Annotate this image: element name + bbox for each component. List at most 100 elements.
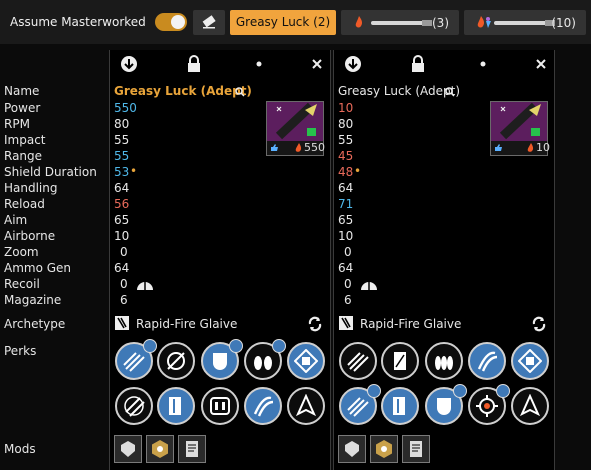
mod-hexagon-icon <box>152 440 168 458</box>
perk-icon[interactable] <box>115 387 153 425</box>
stat-recoil: 0 <box>120 277 128 291</box>
solar-element-icon <box>527 143 534 152</box>
stat-power: 550 <box>114 101 137 115</box>
reroll-icon[interactable] <box>531 316 547 332</box>
label-impact: Impact <box>4 133 46 147</box>
thumbs-up-icon <box>229 339 243 353</box>
multi-element-icon <box>477 16 491 28</box>
thumbs-up-icon <box>272 339 286 353</box>
stat-reload: 71 <box>338 197 354 211</box>
label-archetype: Archetype <box>4 317 66 331</box>
label-mods: Mods <box>4 442 36 456</box>
lock-icon[interactable] <box>185 55 203 73</box>
perk-icon[interactable] <box>381 387 419 425</box>
label-ammo-gen: Ammo Gen <box>4 261 72 275</box>
column-header <box>110 50 330 78</box>
power-level: 10 <box>536 141 550 154</box>
solar-element-icon <box>355 16 363 28</box>
perk-icon[interactable] <box>511 342 549 380</box>
assume-masterworked-label: Assume Masterworked <box>10 15 146 29</box>
stat-shield-duration: 53 <box>114 165 130 179</box>
perk-icon[interactable] <box>381 342 419 380</box>
masterwork-dot-icon: • <box>354 164 362 178</box>
perk-icon[interactable] <box>244 387 282 425</box>
close-icon[interactable] <box>532 55 550 73</box>
label-magazine: Magazine <box>4 293 62 307</box>
power-level-bar: 10 <box>491 141 550 155</box>
stat-airborne: 10 <box>338 229 354 243</box>
solar-element-icon <box>295 143 302 152</box>
label-shield-duration: Shield Duration <box>4 165 97 179</box>
item-name[interactable]: Greasy Luck (Adept) <box>338 84 460 98</box>
tab-count: (3) <box>432 16 449 30</box>
perk-icon[interactable] <box>157 387 195 425</box>
perk-icon[interactable] <box>425 342 463 380</box>
eraser-icon <box>202 15 216 29</box>
perk-icon[interactable] <box>468 342 506 380</box>
tab-greasy-luck[interactable]: Greasy Luck (2) <box>230 10 336 35</box>
thumbs-up-icon <box>496 384 510 398</box>
stat-zoom: 0 <box>344 245 352 259</box>
recoil-direction-icon <box>137 282 153 290</box>
toggle-knob <box>171 15 185 29</box>
mod-slot[interactable] <box>370 435 398 463</box>
label-reload: Reload <box>4 197 45 211</box>
weapon-thumbnail[interactable]: 10 <box>490 101 550 156</box>
sort-down-icon[interactable] <box>120 55 138 73</box>
compare-column-1: Greasy Luck (Adept) 550 550 80 55 55 53 … <box>109 50 331 470</box>
close-icon[interactable] <box>308 55 326 73</box>
assume-masterworked-toggle[interactable] <box>155 13 187 31</box>
tab-count: (10) <box>551 16 576 30</box>
perk-icon[interactable] <box>157 342 195 380</box>
stat-airborne: 10 <box>114 229 130 243</box>
stat-magazine: 6 <box>120 293 128 307</box>
label-handling: Handling <box>4 181 58 195</box>
archetype-icon <box>339 316 353 330</box>
stat-impact: 55 <box>114 133 130 147</box>
tab-all-glaives[interactable]: (10) <box>464 10 586 35</box>
mod-slot[interactable] <box>402 435 430 463</box>
perk-icon[interactable] <box>201 387 239 425</box>
label-perks: Perks <box>4 344 37 358</box>
perk-icon[interactable] <box>287 342 325 380</box>
item-name[interactable]: Greasy Luck (Adept) <box>114 84 252 98</box>
label-recoil: Recoil <box>4 277 40 291</box>
label-aim: Aim <box>4 213 28 227</box>
mod-slot[interactable] <box>146 435 174 463</box>
glaive-icon <box>499 102 541 140</box>
stat-reload: 56 <box>114 197 130 211</box>
stat-aim: 65 <box>114 213 130 227</box>
stat-magazine: 6 <box>344 293 352 307</box>
tab-solar-glaive[interactable]: (3) <box>341 10 459 35</box>
power-level: 550 <box>304 141 325 154</box>
stat-rpm: 80 <box>114 117 130 131</box>
thumbs-up-icon <box>271 144 278 151</box>
clear-button[interactable] <box>193 10 225 35</box>
column-header <box>334 50 554 78</box>
mod-document-icon <box>186 441 198 457</box>
stat-shield-duration: 48 <box>338 165 354 179</box>
mod-shield-icon <box>345 441 359 457</box>
stat-zoom: 0 <box>120 245 128 259</box>
search-icon[interactable] <box>235 87 245 97</box>
thumbs-up-icon <box>495 144 502 151</box>
perk-icon[interactable] <box>287 387 325 425</box>
perk-icon[interactable] <box>339 342 377 380</box>
mod-slot[interactable] <box>338 435 366 463</box>
sort-down-icon[interactable] <box>344 55 362 73</box>
lock-icon[interactable] <box>409 55 427 73</box>
mod-hexagon-icon <box>376 440 392 458</box>
stat-ammo-gen: 64 <box>338 261 354 275</box>
mod-slot[interactable] <box>178 435 206 463</box>
compare-toolbar: Assume Masterworked Greasy Luck (2) (3) … <box>0 0 591 44</box>
reroll-icon[interactable] <box>307 316 323 332</box>
weapon-thumbnail[interactable]: 550 <box>266 101 325 156</box>
thumbs-up-icon <box>143 339 157 353</box>
mod-shield-icon <box>121 441 135 457</box>
mod-slot[interactable] <box>114 435 142 463</box>
perk-icon[interactable] <box>511 387 549 425</box>
label-zoom: Zoom <box>4 245 39 259</box>
recoil-direction-icon <box>361 282 377 290</box>
search-icon[interactable] <box>445 87 455 97</box>
stat-ammo-gen: 64 <box>114 261 130 275</box>
